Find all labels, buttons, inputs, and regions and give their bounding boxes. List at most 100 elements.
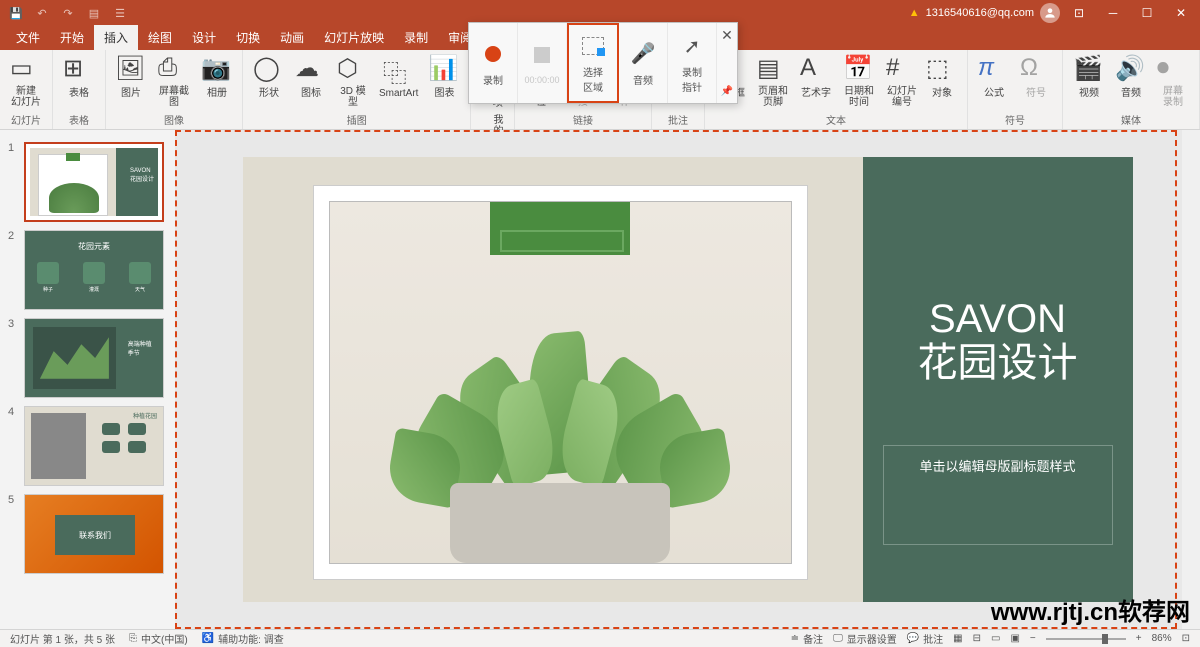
slide-area[interactable]: SAVON 花园设计 单击以编辑母版副标题样式 bbox=[175, 130, 1200, 629]
slide-green-tab bbox=[490, 201, 630, 255]
record-dot-icon bbox=[485, 46, 501, 62]
model3d-button[interactable]: ⬡ 3D 模型 bbox=[333, 52, 373, 110]
smartart-button[interactable]: ⿻ SmartArt bbox=[375, 52, 422, 110]
shapes-icon: ◯ bbox=[253, 54, 285, 86]
thumb-number: 5 bbox=[8, 494, 18, 506]
zoom-level[interactable]: 86% bbox=[1152, 633, 1172, 644]
menu-file[interactable]: 文件 bbox=[6, 25, 50, 50]
slidenum-button[interactable]: # 幻灯片编号 bbox=[883, 52, 921, 110]
menu-transition[interactable]: 切换 bbox=[226, 25, 270, 50]
view-slideshow-icon[interactable]: ▣ bbox=[1010, 633, 1019, 644]
pointer-toggle[interactable]: ➚ 录制指针 bbox=[668, 23, 717, 103]
menu-design[interactable]: 设计 bbox=[182, 25, 226, 50]
select-area-icon bbox=[582, 37, 604, 55]
group-text-label: 文本 bbox=[826, 110, 846, 127]
slide-image-frame[interactable] bbox=[313, 185, 808, 580]
datetime-button[interactable]: 📅 日期和时间 bbox=[837, 52, 881, 110]
workspace: 1 SAVON花园设计 2 花园元素种子灌溉天气 3 高端种植季节 4 种植花园… bbox=[0, 130, 1200, 629]
album-icon: 📷 bbox=[201, 54, 233, 86]
thumb-number: 3 bbox=[8, 318, 18, 330]
group-links-label: 链接 bbox=[573, 110, 593, 127]
header-button[interactable]: ▤ 页眉和页脚 bbox=[751, 52, 795, 110]
new-slide-icon: ▭ bbox=[10, 54, 42, 84]
slide-title-text[interactable]: SAVON 花园设计 bbox=[883, 297, 1113, 385]
vertical-scrollbar[interactable] bbox=[1182, 130, 1200, 629]
zoom-slider[interactable] bbox=[1046, 638, 1126, 640]
audio-toggle[interactable]: 🎤 音频 bbox=[619, 23, 668, 103]
thumb-3[interactable]: 高端种植季节 bbox=[24, 318, 164, 398]
slide-canvas[interactable]: SAVON 花园设计 单击以编辑母版副标题样式 bbox=[243, 157, 1133, 602]
record-button[interactable]: 录制 bbox=[469, 23, 518, 103]
start-icon[interactable]: ▤ bbox=[82, 3, 106, 23]
picture-icon: 🖼 bbox=[115, 54, 147, 86]
screenshot-icon: ⎙ bbox=[158, 54, 190, 84]
stop-icon bbox=[534, 47, 550, 63]
fit-window-icon[interactable]: ⊡ bbox=[1182, 633, 1190, 644]
menu-animation[interactable]: 动画 bbox=[270, 25, 314, 50]
menu-record[interactable]: 录制 bbox=[394, 25, 438, 50]
notes-button[interactable]: ≐ 备注 bbox=[791, 631, 823, 646]
video-button[interactable]: 🎬 视频 bbox=[1069, 52, 1109, 110]
zoom-out-button[interactable]: − bbox=[1030, 633, 1036, 644]
new-slide-button[interactable]: ▭ 新建幻灯片 bbox=[6, 52, 46, 110]
lang-icon: ⎘ bbox=[129, 633, 137, 644]
language-indicator[interactable]: ⎘中文(中国) bbox=[129, 631, 188, 646]
thumb-4[interactable]: 种植花园 bbox=[24, 406, 164, 486]
symbol-button[interactable]: Ω 符号 bbox=[1016, 52, 1056, 110]
view-sorter-icon[interactable]: ⊟ bbox=[973, 633, 981, 644]
redo-icon[interactable]: ↷ bbox=[56, 3, 80, 23]
menu-insert[interactable]: 插入 bbox=[94, 25, 138, 50]
thumbnails-panel[interactable]: 1 SAVON花园设计 2 花园元素种子灌溉天气 3 高端种植季节 4 种植花园… bbox=[0, 130, 175, 629]
touch-icon[interactable]: ☰ bbox=[108, 3, 132, 23]
thumb-1[interactable]: SAVON花园设计 bbox=[24, 142, 164, 222]
wordart-button[interactable]: A 艺术字 bbox=[797, 52, 835, 110]
view-normal-icon[interactable]: ▦ bbox=[953, 633, 962, 644]
undo-icon[interactable]: ↶ bbox=[30, 3, 54, 23]
group-illust-label: 插图 bbox=[347, 110, 367, 127]
thumb-2[interactable]: 花园元素种子灌溉天气 bbox=[24, 230, 164, 310]
equation-button[interactable]: π 公式 bbox=[974, 52, 1014, 110]
wordart-icon: A bbox=[800, 54, 832, 86]
symbol-icon: Ω bbox=[1020, 54, 1052, 86]
view-reading-icon[interactable]: ▭ bbox=[991, 633, 1000, 644]
thumb-number: 4 bbox=[8, 406, 18, 418]
menu-slideshow[interactable]: 幻灯片放映 bbox=[314, 25, 394, 50]
screenshot-button[interactable]: ⎙ 屏幕截图 bbox=[152, 52, 196, 110]
save-icon[interactable]: 💾 bbox=[4, 3, 28, 23]
video-icon: 🎬 bbox=[1073, 54, 1105, 86]
menu-draw[interactable]: 绘图 bbox=[138, 25, 182, 50]
menu-home[interactable]: 开始 bbox=[50, 25, 94, 50]
maximize-icon[interactable]: ☐ bbox=[1132, 1, 1162, 25]
thumb-5[interactable]: 联系我们 bbox=[24, 494, 164, 574]
object-button[interactable]: ⬚ 对象 bbox=[923, 52, 961, 110]
audio-button[interactable]: 🔊 音频 bbox=[1111, 52, 1151, 110]
slide-counter[interactable]: 幻灯片 第 1 张，共 5 张 bbox=[10, 631, 115, 646]
icons-button[interactable]: ☁ 图标 bbox=[291, 52, 331, 110]
account-email[interactable]: 1316540616@qq.com bbox=[926, 7, 1034, 19]
group-tables-label: 表格 bbox=[69, 110, 89, 127]
watermark: www.rjtj.cn软荐网 bbox=[991, 592, 1190, 627]
select-area-button[interactable]: 选择区域 bbox=[567, 23, 619, 103]
table-button[interactable]: ⊞ 表格 bbox=[59, 52, 99, 110]
shapes-button[interactable]: ◯ 形状 bbox=[249, 52, 289, 110]
panel-pin-icon[interactable]: 📌 bbox=[721, 86, 733, 97]
comments-button[interactable]: 💬 批注 bbox=[907, 631, 943, 646]
slide-subtitle-placeholder[interactable]: 单击以编辑母版副标题样式 bbox=[883, 445, 1113, 545]
slide-title-panel[interactable]: SAVON 花园设计 单击以编辑母版副标题样式 bbox=[863, 157, 1133, 602]
zoom-in-button[interactable]: + bbox=[1136, 633, 1142, 644]
thumb-number: 1 bbox=[8, 142, 18, 154]
panel-close-button[interactable]: ✕ 📌 bbox=[717, 23, 737, 103]
avatar[interactable] bbox=[1040, 3, 1060, 23]
equation-icon: π bbox=[978, 54, 1010, 86]
ribbon-options-icon[interactable]: ⊡ bbox=[1064, 1, 1094, 25]
display-settings[interactable]: 🖵 显示器设置 bbox=[833, 631, 897, 646]
chart-button[interactable]: 📊 图表 bbox=[424, 52, 464, 110]
accessibility-check[interactable]: ♿ 辅助功能: 调查 bbox=[202, 631, 284, 646]
picture-button[interactable]: 🖼 图片 bbox=[112, 52, 150, 110]
close-icon[interactable]: ✕ bbox=[1166, 1, 1196, 25]
minimize-icon[interactable]: ─ bbox=[1098, 1, 1128, 25]
warning-icon: ▲ bbox=[909, 7, 920, 19]
screenrec-button[interactable]: ⏺ 屏幕录制 bbox=[1153, 52, 1193, 110]
recording-panel: 录制 00:00:00 选择区域 🎤 音频 ➚ 录制指针 ✕ 📌 bbox=[468, 22, 738, 104]
album-button[interactable]: 📷 相册 bbox=[198, 52, 236, 110]
